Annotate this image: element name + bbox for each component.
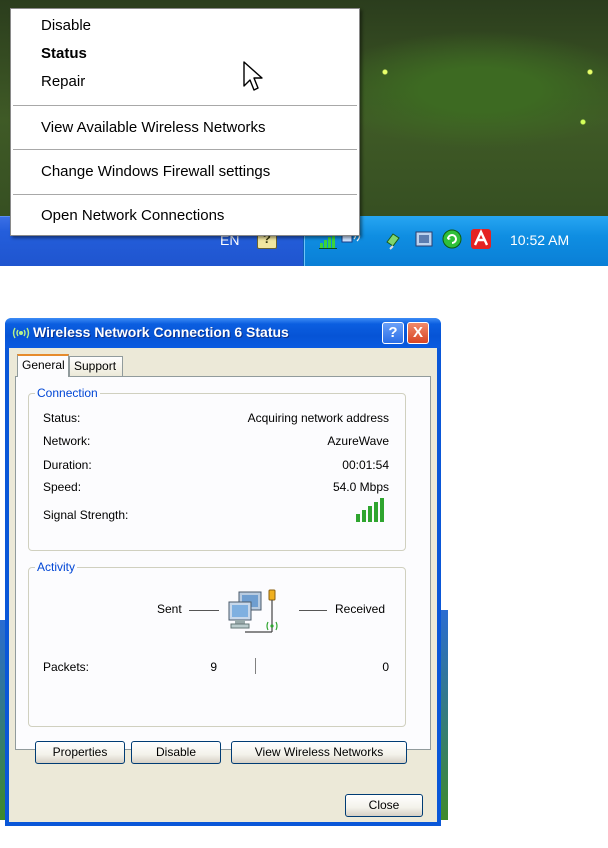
status-value: Acquiring network address — [247, 411, 389, 425]
close-button[interactable]: Close — [345, 794, 423, 817]
network-label: Network: — [43, 434, 91, 448]
safely-remove-icon[interactable] — [383, 228, 405, 250]
menu-item-disable[interactable]: Disable — [41, 15, 91, 37]
duration-label: Duration: — [43, 458, 92, 472]
help-button[interactable]: ? — [382, 322, 404, 344]
menu-separator — [13, 105, 357, 106]
connection-group: Connection Status: Acquiring network add… — [28, 386, 406, 551]
signal-strength-label: Signal Strength: — [43, 508, 129, 522]
wireless-status-dialog: Wireless Network Connection 6 Status ? X… — [5, 318, 441, 826]
mouse-cursor-icon — [243, 61, 263, 91]
general-tab-page: Connection Status: Acquiring network add… — [15, 376, 431, 750]
menu-item-repair[interactable]: Repair — [41, 71, 85, 93]
properties-button[interactable]: Properties — [35, 741, 125, 764]
speed-value: 54.0 Mbps — [332, 480, 389, 494]
menu-item-open-network-connections[interactable]: Open Network Connections — [41, 205, 224, 227]
sent-line — [189, 610, 219, 611]
disable-button[interactable]: Disable — [131, 741, 221, 764]
tab-support[interactable]: Support — [69, 356, 123, 376]
signal-strength-bars-icon — [356, 498, 384, 522]
packets-received-value: 0 — [382, 660, 389, 674]
menu-item-change-firewall-settings[interactable]: Change Windows Firewall settings — [41, 161, 270, 183]
received-line — [299, 610, 327, 611]
menu-item-view-available-wireless-networks[interactable]: View Available Wireless Networks — [41, 117, 266, 139]
activity-group-label: Activity — [35, 560, 78, 574]
connection-group-label: Connection — [35, 386, 100, 400]
dialog-body: General Support Connection Status: Acqui… — [9, 348, 437, 822]
activity-group: Activity Sent Received Packets: 9 0 — [28, 560, 406, 727]
close-window-button[interactable]: X — [407, 322, 429, 344]
packets-sent-value: 9 — [210, 660, 217, 674]
duration-value: 00:01:54 — [342, 458, 389, 472]
received-label: Received — [335, 602, 386, 616]
speed-label: Speed: — [43, 480, 82, 494]
update-icon[interactable] — [441, 228, 463, 250]
status-label: Status: — [43, 411, 81, 425]
network-computers-icon — [228, 589, 278, 633]
avira-antivirus-icon[interactable] — [470, 228, 492, 250]
packets-label: Packets: — [43, 660, 90, 674]
menu-item-status[interactable]: Status — [41, 43, 87, 65]
packets-divider — [255, 658, 256, 674]
sent-label: Sent — [157, 602, 182, 616]
dialog-titlebar[interactable]: Wireless Network Connection 6 Status ? X — [5, 318, 441, 348]
network-context-menu: Disable Status Repair View Available Wir… — [10, 8, 360, 236]
network-value: AzureWave — [327, 434, 389, 448]
dialog-title: Wireless Network Connection 6 Status — [33, 324, 289, 340]
wireless-connection-icon — [12, 327, 30, 339]
menu-separator — [13, 194, 357, 195]
view-wireless-networks-button[interactable]: View Wireless Networks — [231, 741, 407, 764]
media-icon[interactable] — [413, 228, 435, 250]
tab-general[interactable]: General — [17, 354, 69, 377]
menu-separator — [13, 149, 357, 150]
taskbar-clock[interactable]: 10:52 AM — [510, 232, 569, 248]
